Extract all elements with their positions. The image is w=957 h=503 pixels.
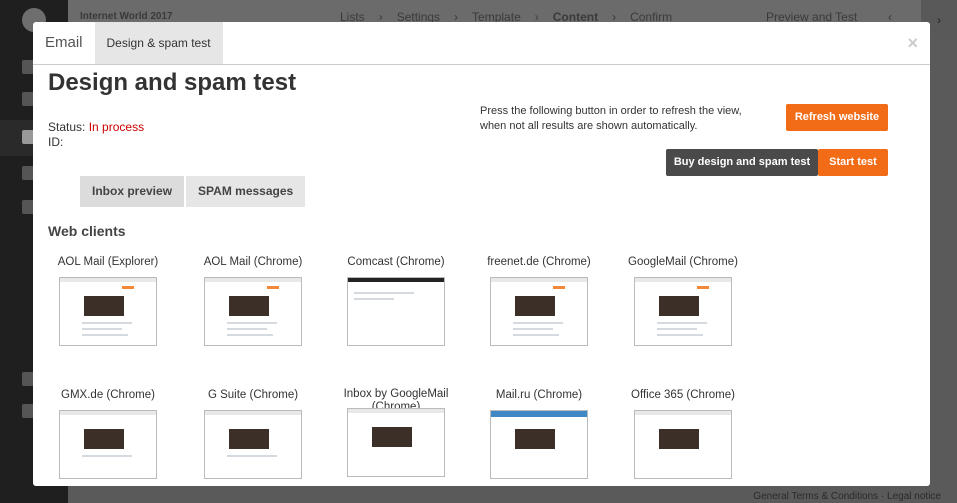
client-thumbnail[interactable] bbox=[490, 410, 588, 479]
client-thumbnail[interactable] bbox=[59, 410, 157, 479]
design-spam-test-modal: Email Design & spam test × Design and sp… bbox=[33, 22, 930, 486]
client-thumbnail[interactable] bbox=[204, 277, 302, 346]
tab-email[interactable]: Email bbox=[33, 22, 95, 64]
client-card[interactable]: GMX.de (Chrome) bbox=[43, 388, 173, 479]
client-name: Office 365 (Chrome) bbox=[631, 389, 735, 401]
project-name: Internet World 2017 bbox=[80, 11, 173, 22]
client-card[interactable]: Inbox by GoogleMail (Chrome) bbox=[331, 388, 461, 477]
client-card[interactable]: freenet.de (Chrome) bbox=[474, 255, 604, 346]
client-thumbnail[interactable] bbox=[490, 277, 588, 346]
status-label: Status: bbox=[48, 120, 86, 134]
client-thumbnail[interactable] bbox=[634, 277, 732, 346]
tab-inbox-preview[interactable]: Inbox preview bbox=[80, 176, 185, 207]
buy-test-button[interactable]: Buy design and spam test bbox=[666, 149, 818, 176]
tab-design-spam-test[interactable]: Design & spam test bbox=[94, 22, 223, 64]
id-label: ID: bbox=[48, 135, 64, 149]
client-card[interactable]: G Suite (Chrome) bbox=[188, 388, 318, 479]
client-name: GMX.de (Chrome) bbox=[61, 389, 155, 401]
section-title: Web clients bbox=[48, 223, 126, 239]
refresh-website-button[interactable]: Refresh website bbox=[786, 104, 888, 131]
start-test-button[interactable]: Start test bbox=[818, 149, 888, 176]
client-name: freenet.de (Chrome) bbox=[487, 256, 591, 268]
modal-tabs: Email Design & spam test × bbox=[33, 22, 930, 65]
client-thumbnail[interactable] bbox=[347, 277, 445, 346]
modal-body: Design and spam test Status: In process … bbox=[33, 66, 930, 486]
client-thumbnail[interactable] bbox=[347, 408, 445, 477]
tab-spam-messages[interactable]: SPAM messages bbox=[186, 176, 306, 207]
status-value: In process bbox=[88, 120, 145, 134]
client-name: Comcast (Chrome) bbox=[347, 256, 445, 268]
client-card[interactable]: Comcast (Chrome) bbox=[331, 255, 461, 346]
client-thumbnail[interactable] bbox=[59, 277, 157, 346]
client-card[interactable]: Mail.ru (Chrome) bbox=[474, 388, 604, 479]
page-title: Design and spam test bbox=[48, 69, 297, 96]
refresh-note: Press the following button in order to r… bbox=[480, 105, 742, 132]
client-card[interactable]: AOL Mail (Chrome) bbox=[188, 255, 318, 346]
close-icon[interactable]: × bbox=[907, 34, 918, 52]
footer-links[interactable]: General Terms & Conditions · Legal notic… bbox=[753, 491, 941, 502]
client-name: AOL Mail (Chrome) bbox=[203, 256, 303, 268]
client-card[interactable]: GoogleMail (Chrome) bbox=[618, 255, 748, 346]
client-card[interactable]: AOL Mail (Explorer) bbox=[43, 255, 173, 346]
client-name: Mail.ru (Chrome) bbox=[495, 389, 583, 401]
client-name: AOL Mail (Explorer) bbox=[57, 256, 159, 268]
client-card[interactable]: Office 365 (Chrome) bbox=[618, 388, 748, 479]
client-thumbnail[interactable] bbox=[204, 410, 302, 479]
client-name: G Suite (Chrome) bbox=[207, 389, 299, 401]
status-block: Status: In process ID: bbox=[48, 120, 144, 150]
client-thumbnail[interactable] bbox=[634, 410, 732, 479]
client-name: GoogleMail (Chrome) bbox=[628, 256, 738, 268]
preview-subtabs: Inbox preview SPAM messages bbox=[80, 176, 307, 207]
